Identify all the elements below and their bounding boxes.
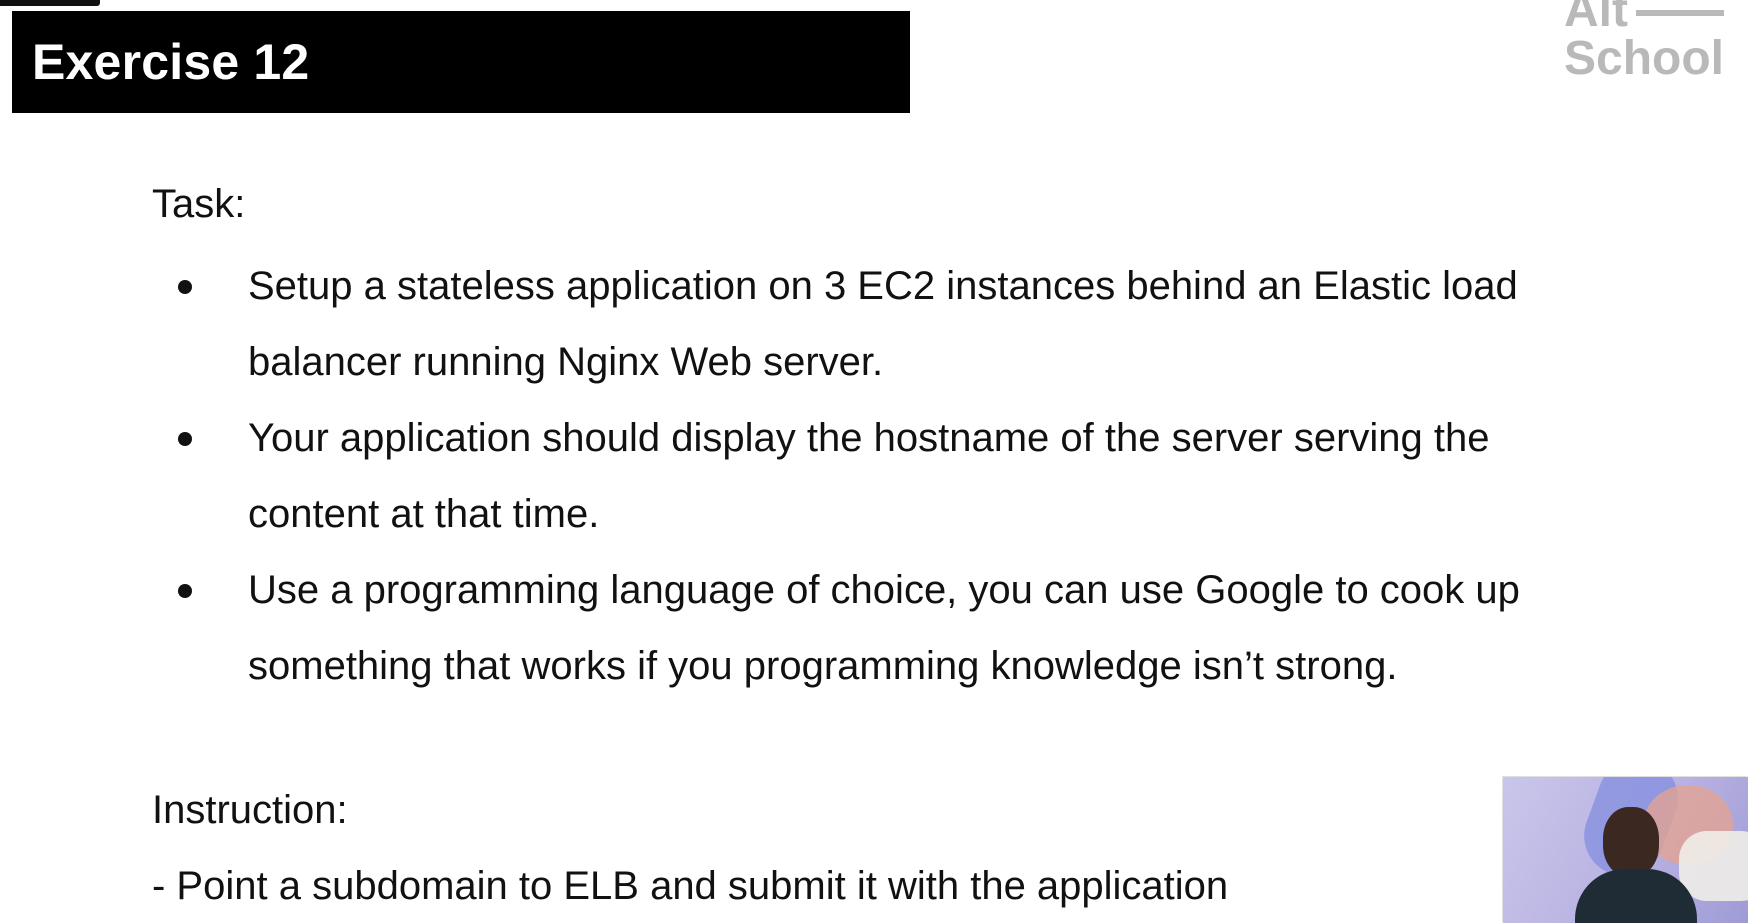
- altschool-logo: Alt School: [1560, 0, 1740, 88]
- bullet-icon: [178, 432, 192, 446]
- task-bullet-3: Use a programming language of choice, yo…: [152, 552, 1602, 704]
- task-bullet-2-text: Your application should display the host…: [248, 416, 1490, 536]
- task-label: Task:: [152, 182, 246, 226]
- task-bullet-3-text: Use a programming language of choice, yo…: [248, 568, 1520, 688]
- logo-dash: [1636, 10, 1724, 16]
- bullet-icon: [178, 280, 192, 294]
- top-left-tab: [0, 0, 100, 6]
- instruction-label: Instruction:: [152, 788, 348, 832]
- logo-line-2: School: [1564, 32, 1725, 85]
- presenter-webcam-thumbnail: [1503, 777, 1748, 923]
- task-bullet-2: Your application should display the host…: [152, 400, 1602, 552]
- instruction-text: - Point a subdomain to ELB and submit it…: [152, 864, 1229, 908]
- task-bullet-list: Setup a stateless application on 3 EC2 i…: [152, 248, 1602, 704]
- slide-content: Task: Setup a stateless application on 3…: [152, 178, 1602, 704]
- logo-line-1: Alt: [1564, 0, 1628, 37]
- bullet-icon: [178, 584, 192, 598]
- task-bullet-1-text: Setup a stateless application on 3 EC2 i…: [248, 264, 1518, 384]
- presenter-head: [1603, 807, 1659, 877]
- slide-title-bar: Exercise 12: [12, 11, 910, 113]
- webcam-background-shape-white: [1679, 831, 1748, 901]
- task-bullet-1: Setup a stateless application on 3 EC2 i…: [152, 248, 1602, 400]
- slide-title: Exercise 12: [32, 34, 310, 90]
